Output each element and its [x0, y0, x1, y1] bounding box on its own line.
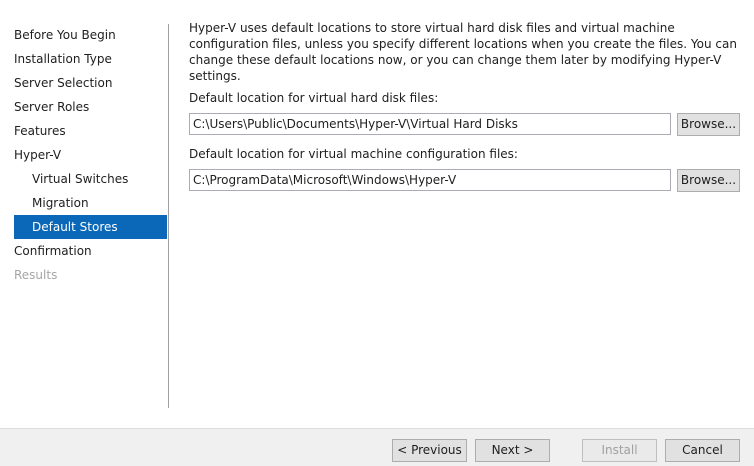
vm-config-location-label: Default location for virtual machine con… [189, 147, 518, 161]
vm-config-location-field[interactable] [189, 169, 671, 191]
nav-divider [168, 24, 169, 408]
add-roles-wizard-page: Before You Begin Installation Type Serve… [0, 0, 754, 466]
vhd-location-field[interactable] [189, 113, 671, 135]
vhd-location-label: Default location for virtual hard disk f… [189, 91, 439, 105]
nav-item-confirmation[interactable]: Confirmation [14, 239, 167, 263]
nav-item-results: Results [14, 268, 58, 282]
previous-button[interactable]: < Previous [392, 439, 467, 462]
vm-config-browse-button[interactable]: Browse... [677, 169, 740, 192]
next-button[interactable]: Next > [475, 439, 550, 462]
nav-item-migration[interactable]: Migration [14, 191, 167, 215]
nav-item-installation-type[interactable]: Installation Type [14, 47, 167, 71]
vhd-browse-button[interactable]: Browse... [677, 113, 740, 136]
wizard-nav: Before You Begin Installation Type Serve… [0, 0, 168, 420]
nav-item-server-selection[interactable]: Server Selection [14, 71, 167, 95]
nav-item-features[interactable]: Features [14, 119, 167, 143]
nav-item-hyper-v[interactable]: Hyper-V [14, 143, 167, 167]
cancel-button[interactable]: Cancel [665, 439, 740, 462]
nav-item-virtual-switches[interactable]: Virtual Switches [14, 167, 167, 191]
main-content: Hyper-V uses default locations to store … [189, 20, 741, 84]
intro-text: Hyper-V uses default locations to store … [189, 21, 737, 83]
nav-item-before-you-begin[interactable]: Before You Begin [14, 23, 167, 47]
install-button: Install [582, 439, 657, 462]
wizard-footer: < Previous Next > Install Cancel [0, 428, 754, 466]
nav-item-default-stores[interactable]: Default Stores [14, 215, 167, 239]
nav-item-server-roles[interactable]: Server Roles [14, 95, 167, 119]
